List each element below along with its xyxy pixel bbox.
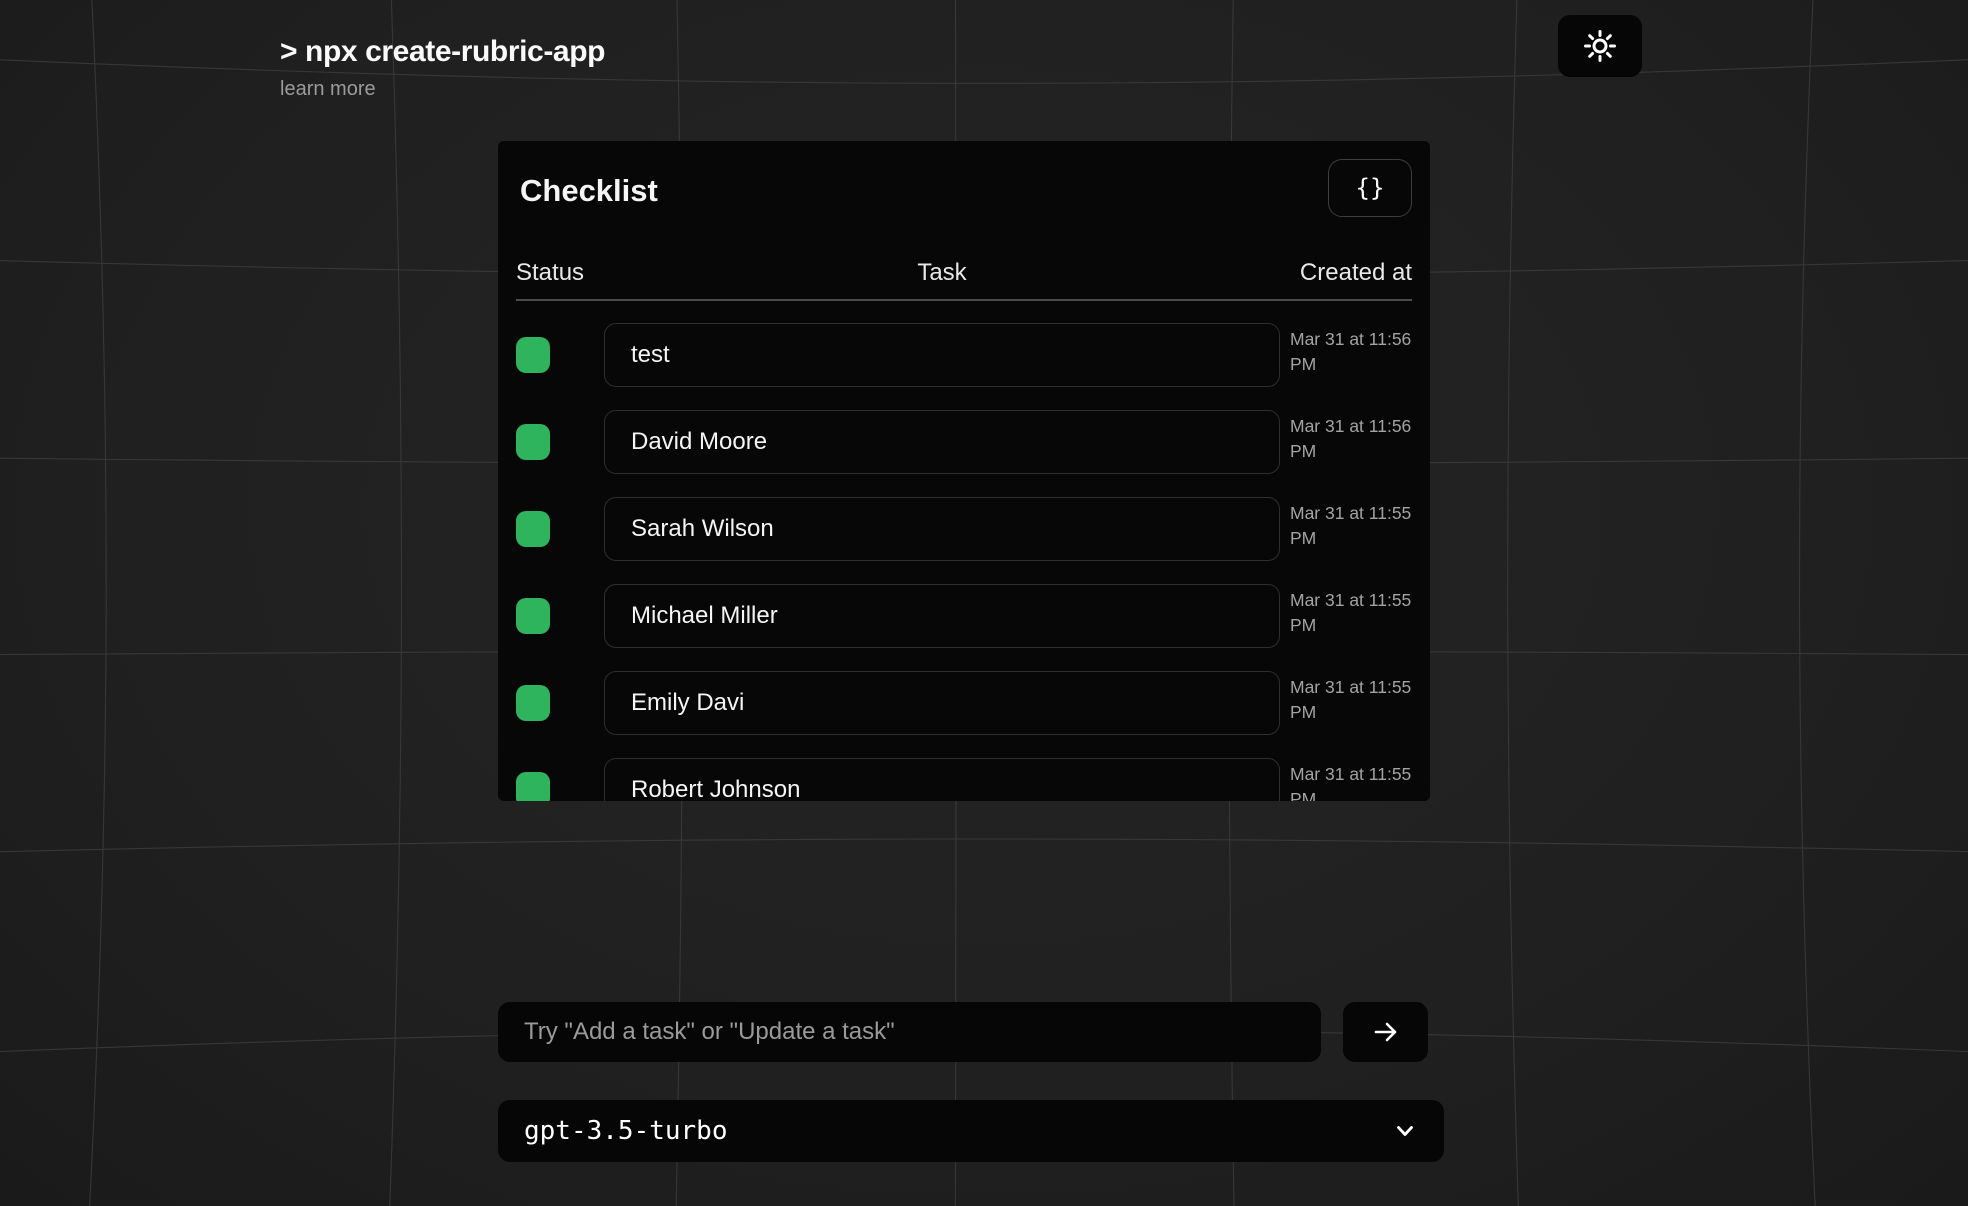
task-name-input[interactable] [604,410,1280,474]
task-row: Mar 31 at 11:56 PM [516,323,1412,387]
column-header-status: Status [516,259,604,287]
page-header: > npx create-rubric-app learn more [280,34,605,101]
card-header: Checklist {} [516,141,1412,217]
task-row: Mar 31 at 11:55 PM [516,758,1412,801]
column-header-created: Created at [1300,259,1412,287]
arrow-right-icon [1371,1017,1401,1047]
task-name-input[interactable] [604,584,1280,648]
task-checkbox[interactable] [516,685,550,721]
task-name-input[interactable] [604,758,1280,801]
model-select-value: gpt-3.5-turbo [524,1116,728,1146]
task-name-input[interactable] [604,323,1280,387]
task-checkbox[interactable] [516,424,550,460]
task-checkbox[interactable] [516,772,550,801]
task-created-at: Mar 31 at 11:56 PM [1280,414,1412,464]
task-row: Mar 31 at 11:56 PM [516,410,1412,474]
column-header-task: Task [917,259,966,287]
json-view-button[interactable]: {} [1328,159,1412,217]
composer [498,1002,1428,1062]
task-checkbox[interactable] [516,511,550,547]
task-created-at: Mar 31 at 11:55 PM [1280,675,1412,725]
task-row: Mar 31 at 11:55 PM [516,584,1412,648]
card-title: Checklist [520,173,658,209]
app-title: > npx create-rubric-app [280,34,605,70]
learn-more-link[interactable]: learn more [280,78,376,101]
task-row: Mar 31 at 11:55 PM [516,671,1412,735]
table-header: Status Task Created at [516,259,1412,301]
json-view-label: {} [1356,174,1385,202]
send-button[interactable] [1343,1002,1428,1062]
task-checkbox[interactable] [516,598,550,634]
task-name-input[interactable] [604,671,1280,735]
model-select[interactable]: gpt-3.5-turbo [498,1100,1444,1162]
task-created-at: Mar 31 at 11:55 PM [1280,501,1412,551]
task-row: Mar 31 at 11:55 PM [516,497,1412,561]
task-checkbox[interactable] [516,337,550,373]
task-created-at: Mar 31 at 11:56 PM [1280,327,1412,377]
task-list: Mar 31 at 11:56 PM Mar 31 at 11:56 PM Ma… [516,323,1412,801]
chevron-down-icon [1392,1118,1418,1144]
command-input[interactable] [498,1002,1321,1062]
task-name-input[interactable] [604,497,1280,561]
task-created-at: Mar 31 at 11:55 PM [1280,762,1412,801]
sun-icon [1582,28,1618,64]
theme-toggle-button[interactable] [1558,15,1642,77]
checklist-card: Checklist {} Status Task Created at Mar … [498,141,1430,801]
task-created-at: Mar 31 at 11:55 PM [1280,588,1412,638]
